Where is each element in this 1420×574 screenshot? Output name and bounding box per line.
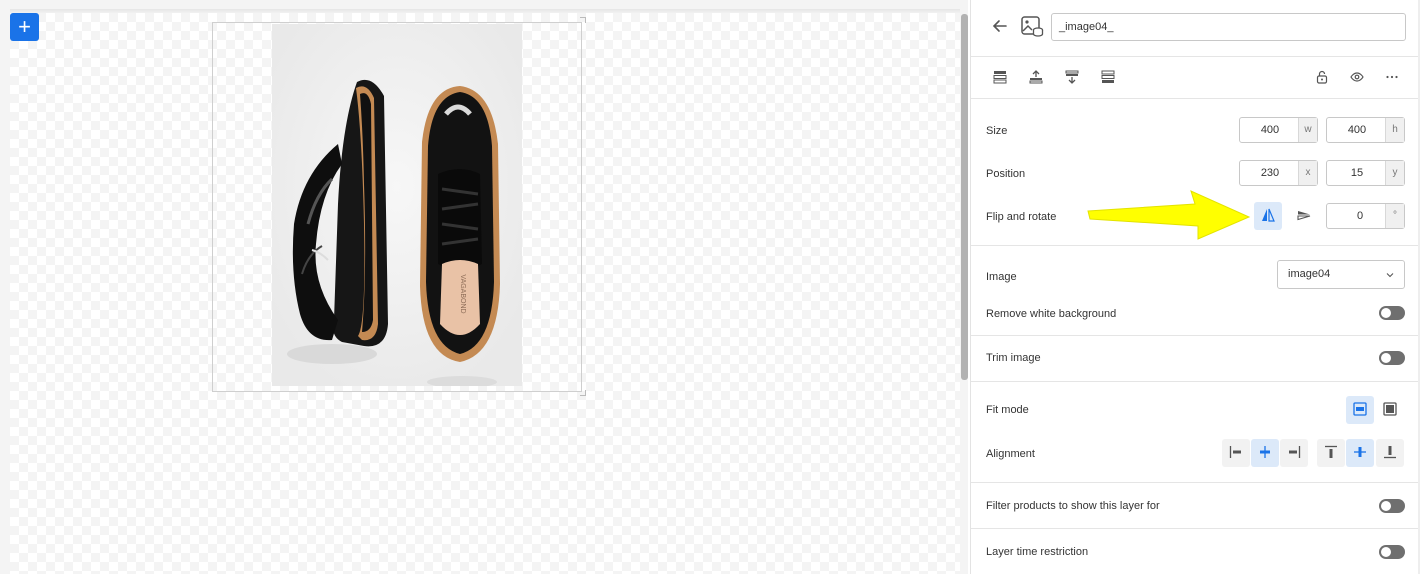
fit-cover-icon	[1383, 401, 1397, 419]
resize-handle[interactable]	[580, 390, 586, 396]
layer-name-value: _image04_	[1059, 21, 1114, 33]
trim-toggle[interactable]	[1379, 351, 1405, 365]
align-middle-v-icon	[1353, 445, 1367, 462]
align-middle-v-button[interactable]	[1346, 439, 1374, 467]
align-center-h-icon	[1258, 445, 1272, 462]
align-left-icon	[1229, 445, 1243, 462]
rotation-input[interactable]: 0 °	[1326, 203, 1405, 229]
panel-header: _image04_	[971, 0, 1420, 57]
trim-section: Trim image	[971, 335, 1420, 382]
align-top-icon	[1324, 445, 1338, 462]
y-unit: y	[1385, 161, 1404, 185]
fit-contain-button[interactable]	[1346, 396, 1374, 424]
width-input[interactable]: 400 w	[1239, 117, 1318, 143]
align-left-button[interactable]	[1222, 439, 1250, 467]
fit-contain-icon	[1353, 401, 1367, 419]
x-value: 230	[1260, 167, 1280, 179]
flip-vertical-icon	[1296, 207, 1312, 226]
add-layer-button[interactable]: +	[10, 13, 39, 41]
align-bottom-button[interactable]	[1376, 439, 1404, 467]
remove-bg-label: Remove white background	[986, 308, 1117, 320]
lock-icon[interactable]	[1312, 67, 1332, 87]
fit-cover-button[interactable]	[1376, 396, 1404, 424]
more-options-icon[interactable]	[1382, 67, 1402, 87]
width-unit: w	[1298, 118, 1317, 142]
align-right-button[interactable]	[1280, 439, 1308, 467]
shoes-image: VAGABOND	[272, 24, 522, 388]
width-value: 400	[1260, 124, 1280, 136]
height-input[interactable]: 400 h	[1326, 117, 1405, 143]
bring-to-front-icon[interactable]	[990, 67, 1010, 87]
x-unit: x	[1298, 161, 1317, 185]
send-to-back-icon[interactable]	[1098, 67, 1118, 87]
height-unit: h	[1385, 118, 1404, 142]
image-layer-icon	[1020, 14, 1044, 38]
size-label: Size	[986, 125, 1008, 137]
annotation-arrow-icon	[1087, 190, 1251, 240]
fit-mode-label: Fit mode	[986, 404, 1029, 416]
back-arrow-icon[interactable]	[991, 17, 1009, 35]
filter-label: Filter products to show this layer for	[986, 500, 1160, 512]
rotation-unit: °	[1385, 204, 1404, 228]
move-backward-icon[interactable]	[1062, 67, 1082, 87]
layer-toolbar	[971, 56, 1420, 99]
canvas-scrollbar[interactable]	[961, 14, 968, 380]
image-select[interactable]: image04	[1277, 260, 1405, 289]
time-restriction-section: Layer time restriction	[971, 528, 1420, 574]
image-section: Image image04 Remove white background	[971, 245, 1420, 336]
image-label: Image	[986, 271, 1017, 283]
align-top-button[interactable]	[1317, 439, 1345, 467]
flip-vertical-button[interactable]	[1290, 202, 1318, 230]
trim-label: Trim image	[986, 352, 1041, 364]
height-value: 400	[1347, 124, 1367, 136]
y-value: 15	[1350, 167, 1364, 179]
filter-toggle[interactable]	[1379, 499, 1405, 513]
x-input[interactable]: 230 x	[1239, 160, 1318, 186]
product-image: VAGABOND	[272, 24, 522, 388]
remove-bg-toggle[interactable]	[1379, 306, 1405, 320]
move-forward-icon[interactable]	[1026, 67, 1046, 87]
filter-section: Filter products to show this layer for	[971, 482, 1420, 529]
image-select-value: image04	[1288, 268, 1331, 280]
flip-rotate-label: Flip and rotate	[986, 211, 1057, 223]
visibility-eye-icon[interactable]	[1347, 67, 1367, 87]
time-restriction-toggle[interactable]	[1379, 545, 1405, 559]
rotation-value: 0	[1356, 210, 1364, 222]
flip-horizontal-icon	[1260, 207, 1276, 226]
fit-align-section: Fit mode Alignment	[971, 381, 1420, 483]
align-center-h-button[interactable]	[1251, 439, 1279, 467]
alignment-label: Alignment	[986, 448, 1035, 460]
y-input[interactable]: 15 y	[1326, 160, 1405, 186]
time-restriction-label: Layer time restriction	[986, 546, 1089, 558]
properties-panel: _image04_ Size 400 w 400 h Position 230 …	[970, 0, 1420, 574]
position-label: Position	[986, 168, 1026, 180]
canvas-area: + VAGABOND	[0, 0, 968, 574]
layer-name-input[interactable]: _image04_	[1051, 13, 1406, 41]
align-bottom-icon	[1383, 445, 1397, 462]
chevron-down-icon	[1386, 270, 1394, 282]
align-right-icon	[1287, 445, 1301, 462]
resize-handle[interactable]	[580, 17, 586, 23]
insole-brand-text: VAGABOND	[459, 274, 466, 313]
